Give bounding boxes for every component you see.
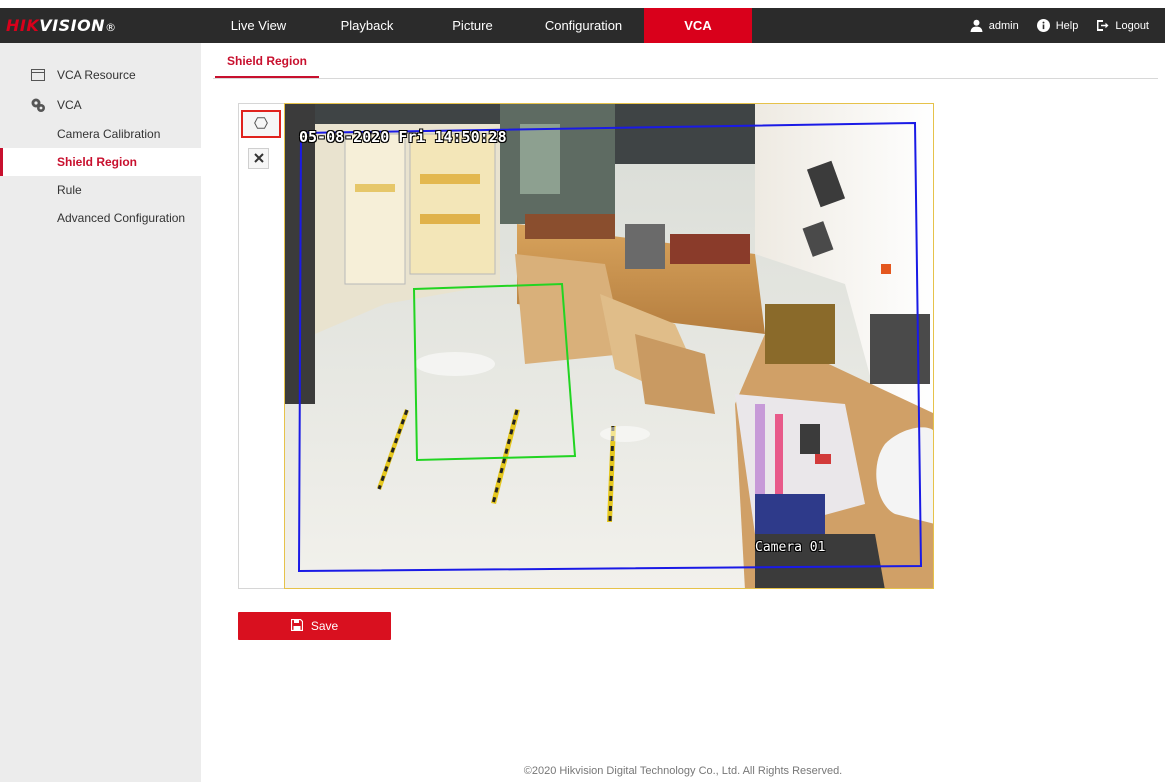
top-navigation-bar: HIKVISION® Live View Playback Picture Co…	[0, 8, 1165, 43]
sidebar-item-vca-resource[interactable]: VCA Resource	[0, 60, 201, 90]
close-icon	[253, 152, 264, 166]
sidebar-group-vca[interactable]: VCA	[0, 90, 201, 120]
sidebar-item-camera-calibration[interactable]: Camera Calibration	[0, 120, 201, 148]
nav-vca[interactable]: VCA	[644, 8, 752, 43]
clear-region-button[interactable]	[248, 148, 269, 169]
sidebar: VCA Resource VCA Camera Calibration Shie…	[0, 43, 201, 782]
floppy-disk-icon	[290, 618, 303, 634]
nav-live-view[interactable]: Live View	[205, 8, 312, 43]
help-label: Help	[1055, 19, 1079, 32]
sidebar-item-label: VCA	[57, 98, 82, 112]
help-link[interactable]: Help	[1036, 19, 1079, 32]
window-icon	[30, 67, 46, 83]
camera-name-label: Camera 01	[755, 540, 826, 555]
drawing-toolbar	[238, 103, 284, 589]
nav-configuration[interactable]: Configuration	[523, 8, 644, 43]
copyright-footer: ©2020 Hikvision Digital Technology Co., …	[523, 765, 843, 777]
tab-shield-region[interactable]: Shield Region	[215, 50, 320, 78]
camera-scene-image	[285, 104, 933, 588]
logout-icon	[1096, 19, 1109, 32]
video-timestamp: 05-08-2020 Fri 14:50:28	[299, 128, 507, 146]
save-button-label: Save	[310, 619, 339, 633]
logout-label: Logout	[1115, 19, 1149, 32]
logout-link[interactable]: Logout	[1096, 19, 1149, 32]
draw-polygon-button[interactable]	[241, 110, 281, 138]
nav-picture[interactable]: Picture	[422, 8, 523, 43]
sidebar-item-shield-region[interactable]: Shield Region	[0, 148, 201, 176]
sidebar-item-rule[interactable]: Rule	[0, 176, 201, 204]
sidebar-item-label: VCA Resource	[57, 68, 136, 82]
info-icon	[1036, 19, 1050, 32]
hexagon-icon	[254, 116, 268, 132]
sidebar-item-advanced-configuration[interactable]: Advanced Configuration	[0, 204, 201, 232]
video-preview[interactable]: 05-08-2020 Fri 14:50:28 Camera 01	[284, 103, 934, 589]
username-label: admin	[988, 19, 1019, 32]
user-icon	[970, 19, 983, 32]
nav-playback[interactable]: Playback	[312, 8, 422, 43]
tab-bar: Shield Region	[213, 50, 1158, 79]
save-button[interactable]: Save	[238, 612, 391, 640]
hikvision-logo: HIKVISION®	[6, 16, 117, 35]
gears-icon	[30, 97, 46, 113]
user-menu[interactable]: admin	[970, 19, 1019, 32]
